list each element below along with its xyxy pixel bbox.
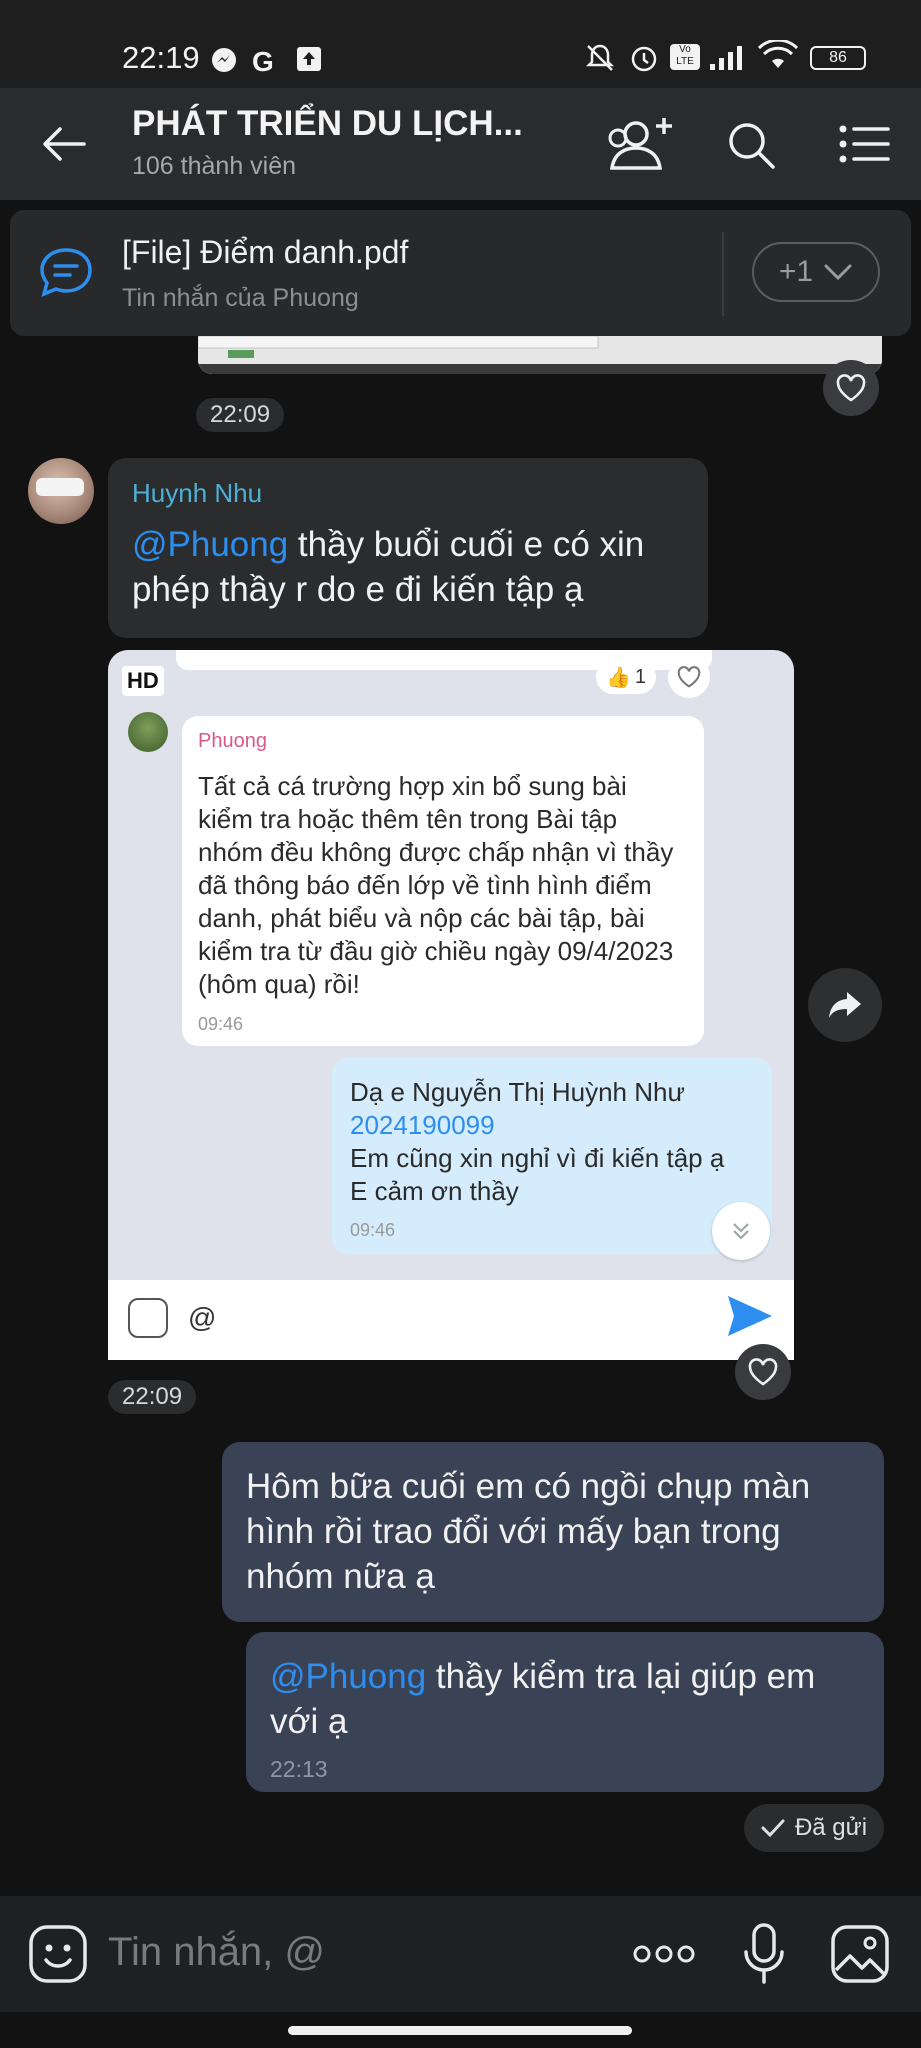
wifi-icon <box>757 38 799 77</box>
inner-send-icon <box>726 1294 774 1343</box>
pinned-more-button[interactable]: +1 <box>752 242 880 302</box>
inner-id: 2024190099 <box>350 1110 495 1140</box>
inner-heart-icon <box>668 656 710 698</box>
add-member-icon[interactable] <box>600 112 680 179</box>
pinned-title: [File] Điểm danh.pdf <box>122 234 409 270</box>
menu-icon[interactable] <box>838 124 890 169</box>
inner-reaction-count: 1 <box>634 665 647 688</box>
emoji-icon[interactable] <box>28 1924 88 1989</box>
mic-icon[interactable] <box>742 1922 786 1991</box>
outgoing-text: Hôm bữa cuối em có ngồi chụp màn hình rồ… <box>246 1467 811 1596</box>
inner-line-3: E cảm ơn thầy <box>350 1176 519 1206</box>
alarm-icon <box>628 42 660 79</box>
upload-icon <box>296 46 322 77</box>
pinned-more-label: +1 <box>778 255 814 288</box>
inner-input-text: @ <box>188 1302 217 1333</box>
battery-icon: 86 <box>810 46 866 70</box>
chat-icon <box>38 246 94 303</box>
inner-text-2: Dạ e Nguyễn Thị Huỳnh Như 2024190099 Em … <box>350 1076 760 1208</box>
outgoing-text: @Phuong thầy kiểm tra lại giúp em với ạ <box>270 1654 870 1744</box>
mention[interactable]: @Phuong <box>270 1657 426 1696</box>
heart-icon[interactable] <box>735 1344 791 1400</box>
inner-time-2: 09:46 <box>350 1220 396 1240</box>
status-time: 22:19 <box>122 40 200 75</box>
message-time: 22:09 <box>108 1380 197 1414</box>
inner-line-1: Dạ e Nguyễn Thị Huỳnh Như <box>350 1077 685 1107</box>
pinned-divider <box>722 232 724 316</box>
google-icon: G <box>252 46 274 77</box>
sent-status: Đã gửi <box>744 1804 884 1852</box>
group-title[interactable]: PHÁT TRIỂN DU LỊCH... <box>132 104 523 144</box>
more-icon[interactable] <box>632 1940 696 1973</box>
inner-avatar <box>128 712 168 752</box>
mute-icon <box>584 42 616 79</box>
inner-line-2: Em cũng xin nghỉ vì đi kiến tập ạ <box>350 1143 725 1173</box>
mention[interactable]: @Phuong <box>132 525 288 564</box>
inner-emoji-icon <box>128 1298 168 1338</box>
inner-scroll-down-icon <box>712 1202 770 1260</box>
avatar[interactable] <box>28 458 94 524</box>
inner-time-1: 09:46 <box>198 1014 244 1034</box>
heart-icon[interactable] <box>823 360 879 416</box>
inner-reaction: 👍 1 <box>596 660 656 694</box>
hd-badge: HD <box>122 666 164 696</box>
search-icon[interactable] <box>726 120 776 175</box>
inner-sender: Phuong <box>198 730 267 752</box>
image-icon[interactable] <box>830 1924 890 1989</box>
message-time: 22:09 <box>196 398 285 432</box>
outgoing-time: 22:13 <box>270 1756 328 1782</box>
pinned-subtitle: Tin nhắn của Phuong <box>122 284 359 312</box>
home-indicator[interactable] <box>288 2026 632 2035</box>
messenger-icon <box>210 46 238 79</box>
volte-icon: Vo LTE <box>670 44 700 70</box>
signal-icon <box>708 42 750 77</box>
message-text: @Phuong thầy buổi cuối e có xin phép thầ… <box>132 522 692 612</box>
inner-text-1: Tất cả cá trường hợp xin bổ sung bài kiể… <box>198 771 674 999</box>
check-icon <box>761 1819 785 1838</box>
chevron-down-icon <box>824 264 852 281</box>
previous-image[interactable] <box>198 336 882 374</box>
sender-name[interactable]: Huynh Nhu <box>132 478 262 509</box>
back-arrow-icon[interactable] <box>40 124 86 169</box>
share-icon[interactable] <box>808 968 882 1042</box>
message-input[interactable]: Tin nhắn, @ <box>108 1930 325 1975</box>
sent-label: Đã gửi <box>794 1814 868 1841</box>
member-count[interactable]: 106 thành viên <box>132 152 296 181</box>
thumbs-up-icon: 👍 <box>605 666 631 689</box>
